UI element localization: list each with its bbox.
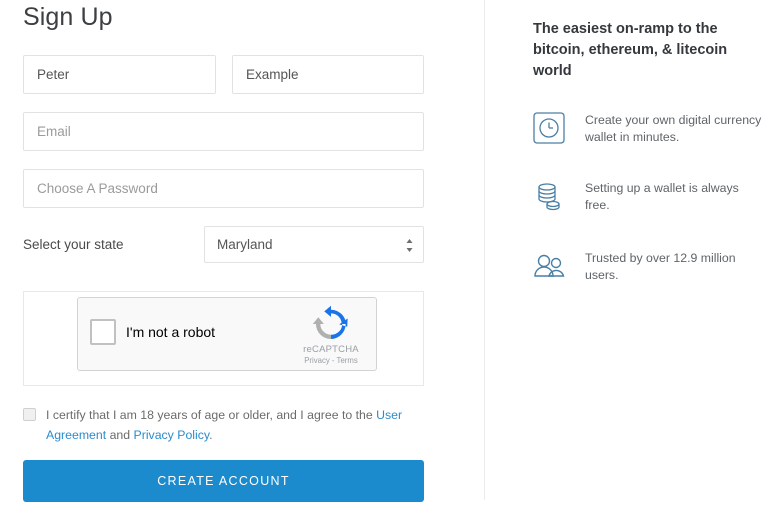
signup-form-column: Sign Up Select your state Maryland I'm n… bbox=[0, 0, 460, 518]
recaptcha-privacy-terms[interactable]: Privacy - Terms bbox=[294, 356, 368, 365]
users-icon bbox=[534, 254, 565, 277]
password-input[interactable] bbox=[23, 169, 424, 208]
chevron-updown-icon bbox=[406, 239, 413, 252]
recaptcha-branding: reCAPTCHA Privacy - Terms bbox=[294, 305, 368, 365]
consent-row: I certify that I am 18 years of age or o… bbox=[23, 405, 424, 445]
create-account-button[interactable]: CREATE ACCOUNT bbox=[23, 460, 424, 502]
consent-checkbox[interactable] bbox=[23, 408, 36, 421]
feature-text: Create your own digital currency wallet … bbox=[585, 113, 762, 144]
page-title: Sign Up bbox=[23, 3, 113, 31]
recaptcha-widget[interactable]: I'm not a robot reCAPTCHA Privacy - Term… bbox=[77, 297, 377, 371]
state-label: Select your state bbox=[23, 237, 124, 252]
feature-item-free-wallet: Setting up a wallet is always free. bbox=[533, 180, 773, 230]
coins-icon bbox=[538, 183, 560, 211]
recaptcha-container: I'm not a robot reCAPTCHA Privacy - Term… bbox=[23, 291, 424, 386]
privacy-policy-link[interactable]: Privacy Policy bbox=[134, 428, 210, 442]
consent-text-middle: and bbox=[106, 428, 134, 442]
recaptcha-brand-name: reCAPTCHA bbox=[303, 344, 359, 355]
promo-column: The easiest on-ramp to the bitcoin, ethe… bbox=[485, 0, 779, 518]
promo-heading: The easiest on-ramp to the bitcoin, ethe… bbox=[533, 21, 728, 79]
feature-text: Trusted by over 12.9 million users. bbox=[585, 251, 736, 282]
recaptcha-label: I'm not a robot bbox=[126, 324, 216, 340]
first-name-input[interactable] bbox=[23, 55, 216, 94]
consent-text-after: . bbox=[209, 428, 213, 442]
feature-item-wallet-minutes: Create your own digital currency wallet … bbox=[533, 112, 773, 162]
feature-item-trusted-users: Trusted by over 12.9 million users. bbox=[533, 250, 773, 300]
consent-text-before: I certify that I am 18 years of age or o… bbox=[46, 408, 377, 422]
clock-icon bbox=[533, 112, 565, 144]
signup-page: Sign Up Select your state Maryland I'm n… bbox=[0, 0, 779, 518]
consent-text: I certify that I am 18 years of age or o… bbox=[46, 405, 424, 445]
state-select-value: Maryland bbox=[217, 237, 273, 252]
last-name-input[interactable] bbox=[232, 55, 424, 94]
state-select[interactable]: Maryland bbox=[204, 226, 424, 263]
email-input[interactable] bbox=[23, 112, 424, 151]
recaptcha-checkbox[interactable] bbox=[90, 319, 116, 345]
feature-text: Setting up a wallet is always free. bbox=[585, 181, 739, 212]
recaptcha-logo-icon bbox=[312, 305, 348, 340]
